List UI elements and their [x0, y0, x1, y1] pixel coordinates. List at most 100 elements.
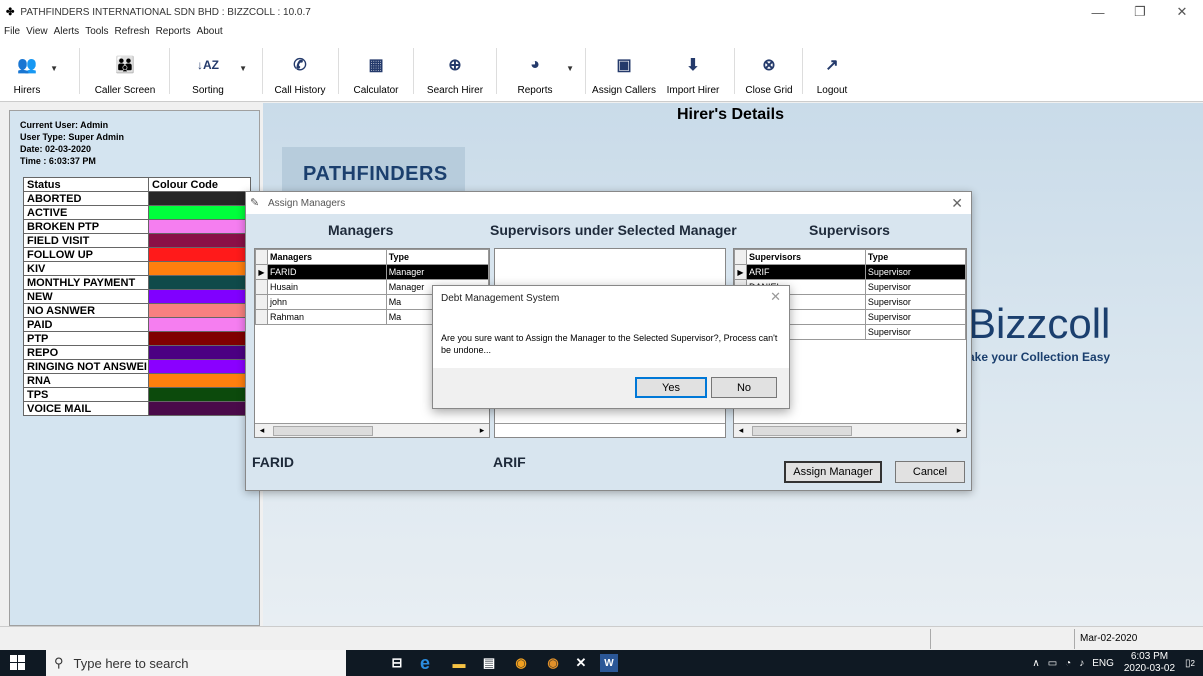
row-selector[interactable]	[255, 309, 268, 325]
wifi-icon[interactable]: ◔	[1065, 658, 1071, 669]
menu-view[interactable]: View	[26, 24, 48, 40]
type-cell[interactable]: Supervisor	[864, 309, 967, 325]
name-cell[interactable]: Husain	[267, 279, 387, 295]
status-color-swatch	[148, 401, 251, 416]
type-cell[interactable]: Supervisor	[864, 294, 967, 310]
cancel-button[interactable]: Cancel	[895, 461, 965, 483]
row-selector[interactable]: ▶	[255, 264, 268, 280]
bizzcoll-tagline: ake your Collection Easy	[968, 350, 1111, 364]
no-button[interactable]: No	[711, 377, 777, 398]
menu-file[interactable]: File	[4, 24, 20, 40]
caller-screen-button[interactable]: 👪 Caller Screen	[88, 46, 162, 98]
edge-icon[interactable]: e	[416, 653, 434, 673]
call-history-button[interactable]: ✆ Call History	[269, 46, 331, 98]
scroll-left-icon[interactable]: ◂	[734, 425, 748, 436]
app-icon[interactable]: ✕	[572, 654, 590, 672]
scroll-right-icon[interactable]: ▸	[475, 425, 489, 436]
horizontal-scrollbar[interactable]: ◂ ▸	[255, 423, 489, 437]
chrome-icon[interactable]: ◉	[512, 654, 530, 672]
type-cell[interactable]: Supervisor	[864, 279, 967, 295]
assign-manager-button[interactable]: Assign Manager	[784, 461, 882, 483]
toolbar-separator	[262, 48, 263, 94]
horizontal-scrollbar[interactable]: ◂ ▸	[734, 423, 966, 437]
menu-tools[interactable]: Tools	[85, 24, 108, 40]
close-window-button[interactable]: ✕	[1161, 0, 1203, 24]
status-color-table: Status Colour Code ABORTED ACTIVE BROKEN P…	[23, 177, 251, 416]
reports-button[interactable]: ◕ Reports ▼	[512, 46, 574, 98]
yes-button[interactable]: Yes	[635, 377, 707, 398]
close-icon[interactable]: ✕	[951, 195, 963, 212]
maximize-button[interactable]: ❐	[1119, 0, 1161, 24]
hirers-button[interactable]: 👥 Hirers ▼	[12, 46, 58, 98]
menu-reports[interactable]: Reports	[156, 24, 191, 40]
menu-about[interactable]: About	[197, 24, 223, 40]
sorting-label: Sorting	[192, 85, 224, 96]
table-row[interactable]: ▶ ARIF Supervisor	[734, 264, 967, 280]
scroll-right-icon[interactable]: ▸	[952, 425, 966, 436]
name-cell[interactable]: ARIF	[746, 264, 866, 280]
row-header	[255, 249, 268, 265]
type-cell[interactable]: Supervisor	[864, 264, 967, 280]
phone-icon: ✆	[293, 57, 307, 74]
taskbar-search[interactable]: ⚲ Type here to search	[46, 650, 346, 676]
logout-button[interactable]: ↗ Logout	[812, 46, 852, 98]
download-icon: ⬇	[686, 57, 700, 74]
chevron-down-icon[interactable]: ▼	[239, 64, 247, 73]
users-icon: 👥	[17, 57, 37, 74]
name-cell[interactable]: Rahman	[267, 309, 387, 325]
row-selector[interactable]: ▶	[734, 264, 747, 280]
chevron-up-icon[interactable]: ∧	[1032, 658, 1039, 669]
volume-icon[interactable]: ♪	[1079, 658, 1084, 669]
chevron-down-icon[interactable]: ▼	[566, 64, 574, 73]
menu-refresh[interactable]: Refresh	[115, 24, 150, 40]
name-cell[interactable]: john	[267, 294, 387, 310]
status-color-swatch	[148, 191, 251, 206]
status-name: RNA	[23, 373, 149, 388]
chrome-icon[interactable]: ◉	[544, 654, 562, 672]
import-hirer-button[interactable]: ⬇ Import Hirer	[662, 46, 724, 98]
chevron-down-icon[interactable]: ▼	[50, 64, 58, 73]
type-cell[interactable]: Supervisor	[864, 324, 967, 340]
notification-icon[interactable]: ▯ 2	[1185, 658, 1195, 669]
status-name: VOICE MAIL	[23, 401, 149, 416]
calculator-button[interactable]: ▦ Calculator	[346, 46, 406, 98]
status-name: TPS	[23, 387, 149, 402]
type-cell[interactable]: Manager	[385, 264, 490, 280]
toolbar-separator	[802, 48, 803, 94]
scroll-thumb[interactable]	[752, 425, 852, 436]
name-cell[interactable]: FARID	[267, 264, 387, 280]
menu-alerts[interactable]: Alerts	[54, 24, 80, 40]
row-selector[interactable]	[255, 279, 268, 295]
store-icon[interactable]: ▤	[480, 654, 498, 672]
search-hirer-button[interactable]: ⊕ Search Hirer	[421, 46, 489, 98]
language-indicator[interactable]: ENG	[1092, 658, 1114, 669]
assign-callers-button[interactable]: ▣ Assign Callers	[592, 46, 656, 98]
reports-label: Reports	[517, 85, 553, 96]
horizontal-scrollbar[interactable]	[495, 423, 725, 437]
page-title: Hirer's Details	[677, 106, 784, 123]
windows-start-icon[interactable]	[10, 655, 26, 671]
row-selector[interactable]	[255, 294, 268, 310]
table-row[interactable]: ▶ FARID Manager	[255, 264, 490, 280]
scroll-thumb[interactable]	[273, 425, 373, 436]
clock[interactable]: 6:03 PM 2020-03-02	[1124, 651, 1175, 675]
close-icon[interactable]: ✕	[770, 289, 781, 305]
logout-icon: ↗	[825, 57, 839, 74]
status-row: ACTIVE	[23, 205, 251, 220]
file-explorer-icon[interactable]: ▬	[450, 654, 468, 672]
status-row: PAID	[23, 317, 251, 332]
minimize-button[interactable]: —	[1077, 0, 1119, 24]
supervisors-heading: Supervisors	[809, 222, 890, 238]
message-footer: Yes No	[433, 368, 789, 408]
sorting-button[interactable]: ↓AZ Sorting ▼	[185, 46, 247, 98]
scroll-left-icon[interactable]: ◂	[255, 425, 269, 436]
battery-icon[interactable]: ▭	[1048, 658, 1057, 669]
status-row: REPO	[23, 345, 251, 360]
toolbar: 👥 Hirers ▼ 👪 Caller Screen ↓AZ Sorting ▼…	[0, 40, 1203, 102]
user-info: Current User: Admin User Type: Super Adm…	[10, 111, 259, 167]
search-icon: ⊕	[448, 57, 462, 74]
task-view-icon[interactable]: ⊟	[388, 654, 406, 672]
word-icon[interactable]: W	[600, 654, 618, 672]
toolbar-separator	[413, 48, 414, 94]
close-grid-button[interactable]: ⊗ Close Grid	[744, 46, 794, 98]
